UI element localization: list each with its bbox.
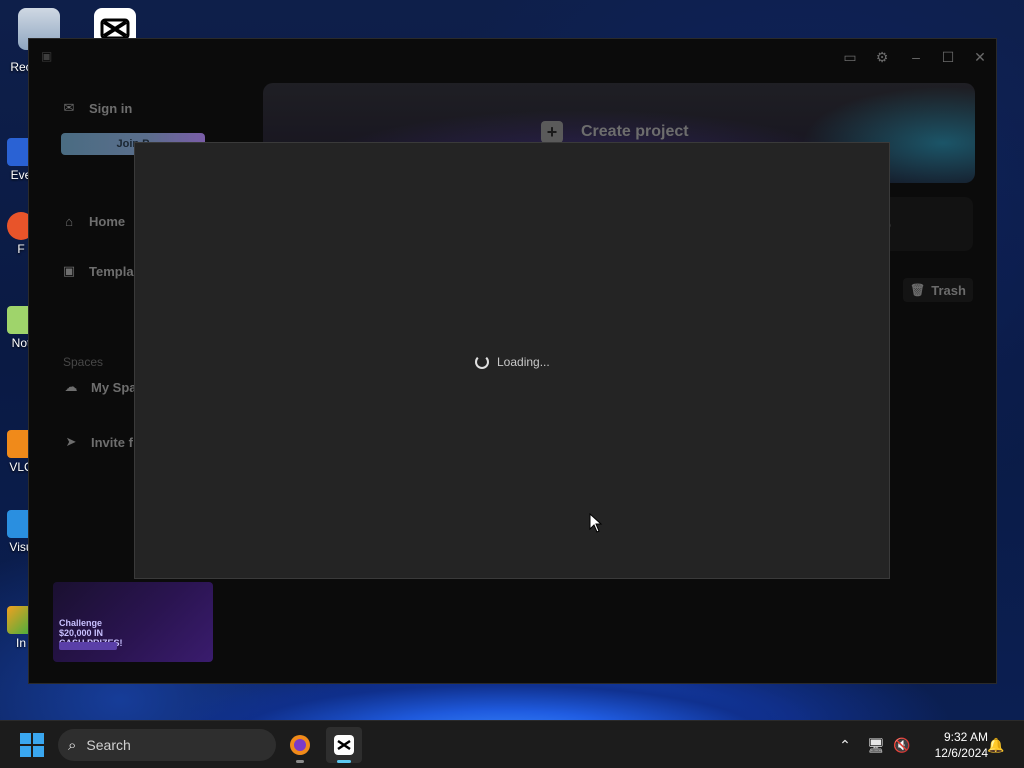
app-title: ▣: [41, 49, 53, 63]
create-project-label: Create project: [581, 123, 689, 140]
network-icon[interactable]: 🖥: [866, 735, 886, 755]
send-icon: ➤: [65, 434, 77, 449]
loading-text: Loading...: [497, 355, 550, 369]
promo-prize: $20,000 IN: [59, 628, 104, 638]
taskbar-search-input[interactable]: ⌕ Search: [58, 729, 276, 761]
firefox-icon: [290, 735, 310, 755]
sidebar-item-label: Home: [89, 213, 126, 229]
sidebar-item-my-space[interactable]: ☁ My Spa: [63, 374, 137, 400]
mail-icon: ✉: [63, 100, 75, 115]
volume-muted-icon[interactable]: 🔇: [892, 735, 912, 755]
loading-dialog: Loading...: [134, 142, 890, 579]
plus-icon: +: [541, 121, 563, 143]
sidebar-item-label: Templa: [89, 263, 134, 279]
windows-logo-icon: [33, 733, 44, 744]
spaces-section-label: Spaces: [63, 355, 104, 369]
sidebar-item-home[interactable]: ⌂ Home: [61, 208, 125, 234]
notification-bell-icon[interactable]: 🔔: [986, 735, 1006, 755]
clock-date: 12/6/2024: [934, 746, 988, 760]
app-active-indicator: [337, 760, 351, 763]
trash-button[interactable]: 🗑 Trash: [903, 278, 973, 302]
cloud-icon: ☁: [64, 379, 78, 394]
title-bar: ▣ ▭ ⚙ – ☐ ✕: [29, 39, 996, 75]
promo-banner[interactable]: Challenge $20,000 IN CASH PRIZES!: [53, 582, 213, 662]
windows-logo-icon: [20, 733, 31, 744]
close-button[interactable]: ✕: [971, 48, 989, 66]
windows-logo-icon: [33, 746, 44, 757]
mouse-cursor-icon: [589, 513, 603, 533]
sidebar-item-templates[interactable]: ▣ Templa: [61, 258, 134, 284]
trash-label: Trash: [931, 282, 966, 298]
promo-cta-button[interactable]: [59, 642, 117, 650]
taskbar-firefox[interactable]: [282, 727, 318, 763]
feedback-icon[interactable]: ▭: [841, 48, 859, 66]
settings-icon[interactable]: ⚙: [873, 48, 891, 66]
trash-icon: 🗑: [910, 283, 926, 297]
search-placeholder: Search: [86, 737, 131, 753]
sidebar-item-label: My Spa: [91, 379, 137, 395]
windows-logo-icon: [20, 746, 31, 757]
clock-time: 9:32 AM: [943, 730, 988, 744]
sidebar-item-label: Invite f: [91, 434, 133, 450]
taskbar-capcut[interactable]: [326, 727, 362, 763]
sign-in-link[interactable]: ✉ Sign in: [61, 95, 133, 121]
capcut-icon: [334, 735, 354, 755]
app-running-indicator: [296, 760, 304, 763]
sidebar-item-invite[interactable]: ➤ Invite f: [63, 429, 133, 455]
minimize-button[interactable]: –: [907, 48, 925, 66]
search-icon: ⌕: [68, 736, 77, 754]
promo-challenge: Challenge: [59, 618, 103, 628]
create-project-button[interactable]: + Create project: [541, 121, 689, 143]
spinner-icon: [475, 355, 489, 369]
chevron-up-icon[interactable]: ⌃: [835, 735, 855, 755]
taskbar: ⌕ Search ⌃ 🖥 🔇 9:32 AM 12/6/2024 🔔: [0, 720, 1024, 768]
template-icon: ▣: [62, 263, 76, 278]
maximize-button[interactable]: ☐: [939, 48, 957, 66]
taskbar-clock[interactable]: 9:32 AM 12/6/2024: [918, 729, 988, 761]
sign-in-label: Sign in: [89, 100, 133, 116]
home-icon: ⌂: [65, 213, 73, 229]
loading-indicator: Loading...: [475, 355, 550, 369]
start-button[interactable]: [20, 733, 44, 757]
